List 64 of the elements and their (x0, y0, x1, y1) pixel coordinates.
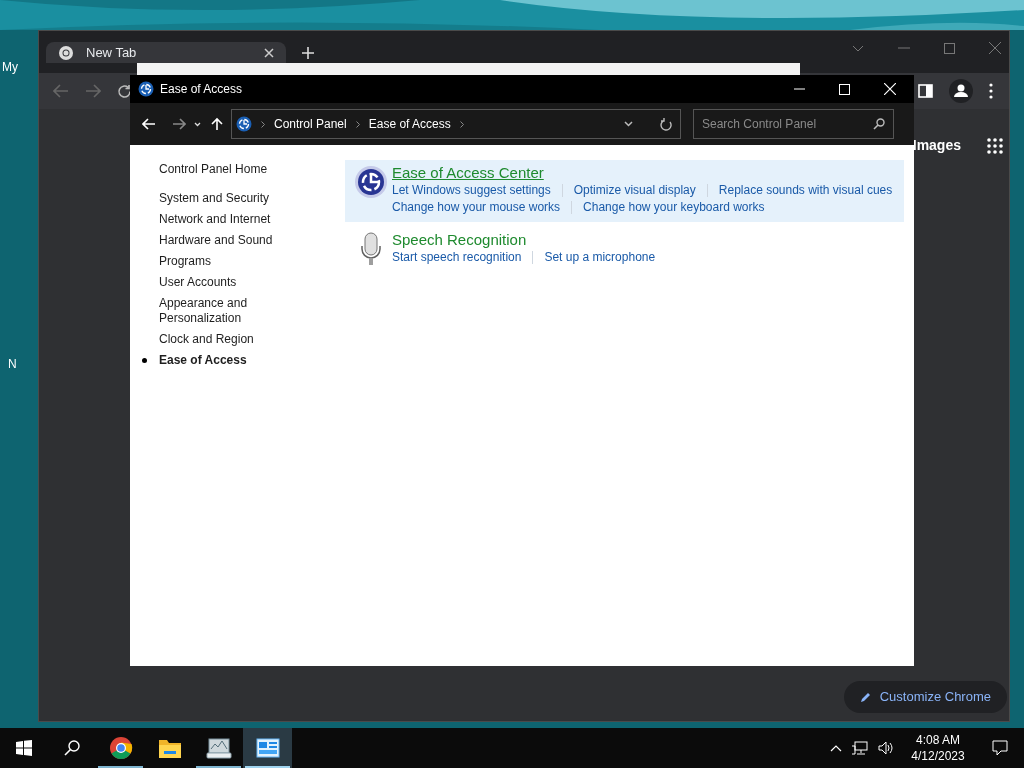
sidebar-link[interactable]: Control Panel Home (159, 162, 284, 177)
new-tab-icon[interactable] (302, 47, 314, 59)
menu-icon[interactable] (989, 83, 993, 99)
caret-icon[interactable] (624, 121, 633, 127)
search-field[interactable]: Search Control Panel (693, 109, 894, 139)
chevron-icon (355, 120, 360, 128)
sidebar-link[interactable]: Appearance and Personalization (159, 296, 284, 326)
sidebar-link[interactable]: Programs (159, 254, 284, 269)
accessibility-icon (236, 116, 252, 132)
search-icon (873, 118, 885, 130)
sidebar-link[interactable]: Ease of Access (159, 353, 284, 368)
task-link[interactable]: Start speech recognition (392, 249, 522, 266)
chevron-icon (459, 120, 464, 128)
notification-icon[interactable] (992, 740, 1008, 756)
address-bar[interactable]: Control Panel Ease of Access (231, 109, 681, 139)
chrome-icon (108, 736, 133, 760)
tab-title: New Tab (86, 43, 138, 62)
window-title: Ease of Access (160, 81, 244, 98)
close-icon[interactable] (264, 47, 274, 58)
sidebar-link[interactable]: Hardware and Sound (159, 233, 284, 248)
task-link[interactable]: Change how your keyboard works (583, 199, 765, 216)
task-link[interactable]: Change how your mouse works (392, 199, 561, 216)
breadcrumb-item[interactable]: Control Panel (274, 115, 347, 133)
accessibility-icon (138, 81, 154, 97)
taskbar-app[interactable] (243, 728, 292, 768)
sidebar-link[interactable]: Clock and Region (159, 332, 284, 347)
images-link[interactable]: Images (912, 135, 961, 156)
customize-chrome-button[interactable]: Customize Chrome (843, 681, 1007, 713)
chevron-icon (261, 120, 265, 128)
browser-tab[interactable]: New Tab (46, 42, 286, 63)
clock-time[interactable]: 4:08 AM (916, 732, 960, 748)
refresh-icon[interactable] (660, 117, 672, 131)
task-link[interactable]: Let Windows suggest settings (392, 182, 551, 199)
category-title[interactable]: Ease of Access Center (392, 163, 893, 182)
chrome-icon (58, 44, 74, 61)
breadcrumb-item[interactable]: Ease of Access (368, 115, 451, 133)
task-link[interactable]: Replace sounds with visual cues (718, 182, 893, 199)
windows-icon[interactable] (16, 740, 32, 756)
sidebar-link[interactable]: User Accounts (159, 275, 284, 290)
accessibility-icon (353, 165, 388, 199)
control-panel-icon (255, 738, 280, 758)
pencil-icon (859, 691, 872, 703)
desktop-icon-label[interactable]: N (8, 355, 17, 373)
microphone-icon (358, 232, 383, 266)
folder-icon (157, 737, 182, 759)
monitor-icon (205, 737, 232, 759)
profile-icon[interactable] (949, 79, 973, 103)
up-icon[interactable] (211, 117, 223, 131)
task-link[interactable]: Optimize visual display (573, 182, 696, 199)
apps-grid-icon[interactable] (987, 137, 1003, 154)
category-title[interactable]: Speech Recognition (392, 230, 656, 249)
task-link[interactable]: Set up a microphone (544, 249, 656, 266)
sidebar-link[interactable]: System and Security (159, 191, 284, 206)
chevron-up-icon[interactable] (830, 744, 842, 752)
search-placeholder: Search Control Panel (702, 116, 818, 133)
side-panel-icon[interactable] (918, 84, 933, 98)
search-icon[interactable] (64, 740, 80, 756)
clock-date[interactable]: 4/12/2023 (911, 748, 965, 764)
desktop-icon-label[interactable]: My (2, 58, 18, 76)
volume-icon[interactable] (878, 741, 894, 755)
reload-icon[interactable] (117, 83, 132, 99)
sidebar-link[interactable]: Network and Internet (159, 212, 284, 227)
network-icon[interactable] (852, 741, 868, 755)
forward-icon[interactable] (172, 118, 186, 130)
